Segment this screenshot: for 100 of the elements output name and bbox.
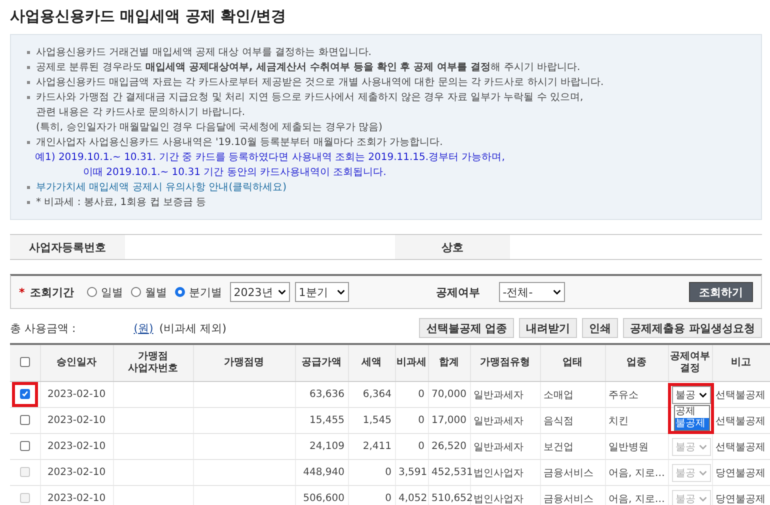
column-header: 업태 [540,344,605,382]
caret-icon [336,289,345,295]
table-cell: 0 [348,486,395,505]
total-label: 총 사용금액 : [10,320,76,336]
table-cell: 당연불공제 [712,460,770,486]
table-cell: 일반과세자 [470,408,540,434]
bullet-icon [27,81,30,84]
dropdown-option[interactable]: 공제 [674,406,708,418]
table-cell: 448,940 [295,460,348,486]
notice-text: 이때 2019.10.1.~ 10.31 기간 동안의 카드사용내역이 조회됩니다. [83,166,386,180]
decision-select: 불공 [672,464,710,482]
column-header: 가맹점명 [193,344,295,382]
table-cell: 506,600 [295,486,348,505]
table-cell: 452,531 [428,460,470,486]
caret-icon [698,392,706,398]
action-button[interactable]: 인쇄 [582,318,618,338]
notice-text: * 비과세 : 봉사료, 1회용 컵 보증금 등 [36,196,206,210]
table-cell: 3,591 [395,460,428,486]
search-button[interactable]: 조회하기 [689,282,753,302]
table-cell: 2023-02-10 [40,382,113,408]
notice-text: 개인사업자 사업용신용카드 사용내역은 '19.10월 등록분부터 매월마다 조회가 가능합니다. [36,136,443,150]
table-cell: 음식점 [540,408,605,434]
table-cell: 2,411 [348,434,395,460]
column-header: 비과세 [395,344,428,382]
table-cell: 26,520 [428,434,470,460]
caret-icon [698,444,706,450]
caret-icon [698,496,706,502]
table-cell: 일반과세자 [470,382,540,408]
row-checkbox[interactable] [20,441,30,452]
table-cell: 24,109 [295,434,348,460]
highlight-frame [668,383,714,434]
action-button[interactable]: 공제제출용 파일생성요청 [623,318,762,338]
table-cell: 보건업 [540,434,605,460]
table-cell: 6,364 [348,382,395,408]
table-cell: 일반과세자 [470,434,540,460]
action-button[interactable]: 선택불공제 업종 [419,318,514,338]
field-label: 사업자등록번호 [10,235,125,259]
column-header: 공급가액 [295,344,348,382]
table-cell: 선택불공제 [712,382,770,408]
quarter-select[interactable]: 1분기 [294,282,349,302]
caret-icon [278,289,286,295]
bullet-icon [27,96,30,99]
table-cell: 0 [395,382,428,408]
column-header: 공제여부 결정 [668,344,712,382]
column-header: 비고 [712,344,770,382]
table-cell: 15,455 [295,408,348,434]
table-cell: 금융서비스 [540,460,605,486]
table-cell: 당연불공제 [712,486,770,505]
decision-select: 불공 [672,438,710,456]
column-header: 가맹점유형 [470,344,540,382]
notice-text: 공제로 분류된 경우라도 매입세액 공제대상여부, 세금계산서 수취여부 등을 확인 후 공제 여부를 결정해 주시기 바랍니다. [36,61,580,75]
table-cell: 70,000 [428,382,470,408]
dropdown-option[interactable]: 불공제 [674,418,708,430]
period-radio[interactable]: 일별 [86,284,123,300]
unit-link[interactable]: (원) [134,320,154,336]
notice-text: 카드사와 가맹점 간 결제대금 지급요청 및 처리 지연 등으로 카드사에서 제출하지 않은 경우 자료 일부가 누락될 수 있으며, [36,91,584,105]
table-cell: 1,545 [348,408,395,434]
row-checkbox[interactable] [20,415,30,426]
table-cell: 0 [395,408,428,434]
page-title: 사업용신용카드 매입세액 공제 확인/변경 [10,6,288,27]
table-cell: 4,052 [395,486,428,505]
table-cell: 선택불공제 [712,434,770,460]
notice-link[interactable]: 부가가치세 매입세액 공제시 유의사항 안내(클릭하세요) [36,180,287,195]
period-radio[interactable]: 월별 [130,284,167,300]
column-header: 업종 [605,344,668,382]
notice-text: (특히, 승인일자가 매월말일인 경우 다음달에 국세청에 제출되는 경우가 많음) [36,121,382,135]
period-label: 조회기간 [30,284,74,300]
table-cell: 63,636 [295,382,348,408]
table-cell: 510,652 [428,486,470,505]
decision-select[interactable]: 불공 [672,386,710,404]
column-header: 세액 [348,344,395,382]
table-cell: 소매업 [540,382,605,408]
decision-select: 불공 [672,490,710,505]
table-cell: 2023-02-10 [40,434,113,460]
table-cell: 0 [395,434,428,460]
field-label: 상호 [395,235,510,259]
bullet-icon [27,141,30,144]
required-mark: * [19,286,25,298]
caret-icon [698,470,706,476]
table-cell: 치킨 [605,408,668,434]
table-cell: 주유소 [605,382,668,408]
action-button[interactable]: 내려받기 [519,318,578,338]
notice-text: 관련 내용은 각 카드사로 문의하시기 바랍니다. [36,106,246,120]
row-checkbox[interactable] [20,389,30,400]
table-cell: 어음, 지로… [605,460,668,486]
total-note: (비과세 제외) [159,320,226,336]
table-cell: 0 [348,460,395,486]
table-cell: 금융서비스 [540,486,605,505]
deduct-select[interactable]: -전체- [498,282,565,302]
column-header: 승인일자 [40,344,113,382]
table-cell: 17,000 [428,408,470,434]
period-radio[interactable]: 분기별 [174,284,222,300]
bullet-icon [27,51,30,54]
year-select[interactable]: 2023년 [230,282,290,302]
bullet-icon [27,66,30,69]
caret-icon [552,289,561,295]
column-header: 합계 [428,344,470,382]
table-cell: 2023-02-10 [40,408,113,434]
select-all-checkbox[interactable] [20,357,30,368]
deduct-label: 공제여부 [436,284,480,300]
